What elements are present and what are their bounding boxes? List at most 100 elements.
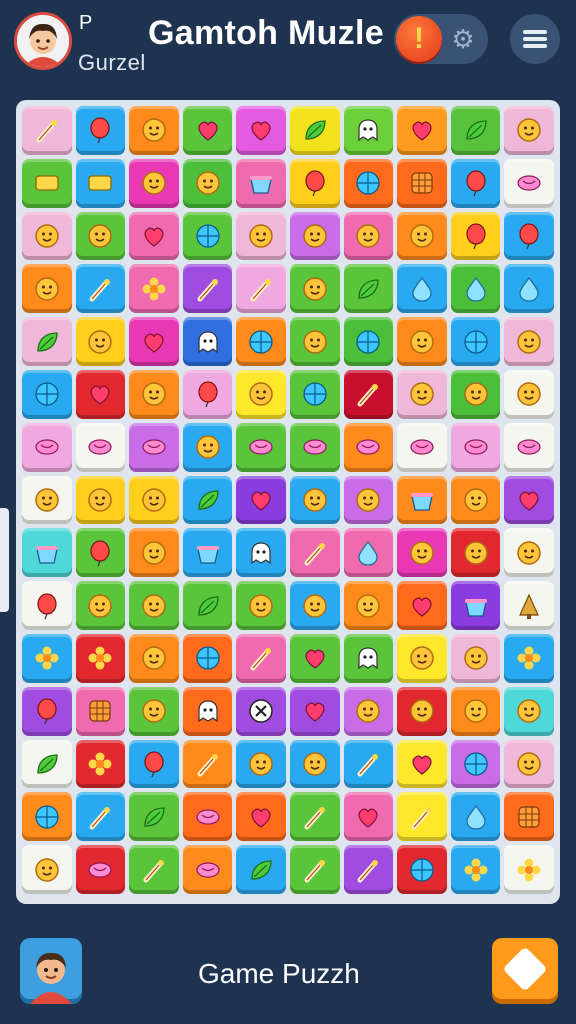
tile-r6-c8[interactable] (397, 369, 447, 419)
tile-r13-c9[interactable] (450, 739, 501, 789)
tile-r8-c10[interactable] (504, 475, 554, 525)
tile-r3-c8[interactable] (397, 211, 447, 261)
side-drawer-handle[interactable] (0, 508, 9, 612)
tile-r15-c7[interactable] (343, 845, 394, 894)
tile-r6-c10[interactable] (504, 369, 554, 419)
tile-r4-c10[interactable] (504, 264, 554, 314)
tile-r9-c5[interactable] (236, 528, 286, 578)
tile-r2-c4[interactable] (182, 158, 233, 208)
tile-r4-c5[interactable] (236, 264, 286, 314)
tile-r8-c9[interactable] (450, 475, 501, 525)
tile-r9-c3[interactable] (129, 528, 179, 578)
tile-r8-c5[interactable] (236, 475, 286, 525)
tile-r5-c2[interactable] (75, 317, 126, 366)
tile-r15-c6[interactable] (289, 845, 340, 894)
tile-r14-c5[interactable] (236, 792, 286, 842)
tile-r10-c1[interactable] (22, 581, 72, 630)
tile-r3-c3[interactable] (129, 211, 179, 261)
tile-r7-c3[interactable] (129, 422, 179, 472)
tile-r5-c4[interactable] (182, 317, 233, 366)
tile-r7-c1[interactable] (22, 422, 72, 472)
tile-r9-c7[interactable] (343, 528, 394, 578)
tile-r11-c7[interactable] (343, 633, 394, 683)
tile-r12-c5[interactable] (236, 686, 286, 736)
tile-r2-c7[interactable] (343, 158, 394, 208)
tile-r4-c1[interactable] (22, 264, 72, 314)
profile-button[interactable] (20, 938, 82, 1004)
tile-r6-c6[interactable] (289, 369, 340, 419)
tile-r15-c10[interactable] (504, 845, 554, 894)
tile-r5-c6[interactable] (289, 317, 340, 366)
tile-r5-c8[interactable] (397, 317, 447, 366)
tile-r8-c4[interactable] (182, 475, 233, 525)
tile-r13-c6[interactable] (289, 739, 340, 789)
tile-r6-c7[interactable] (343, 369, 394, 419)
tile-r3-c4[interactable] (182, 211, 233, 261)
tile-r5-c10[interactable] (504, 317, 554, 366)
tile-r11-c10[interactable] (504, 633, 554, 683)
tile-r11-c5[interactable] (236, 633, 286, 683)
tile-r10-c4[interactable] (182, 581, 233, 630)
tile-r6-c5[interactable] (236, 369, 286, 419)
tile-r12-c2[interactable] (75, 686, 126, 736)
tile-r4-c4[interactable] (182, 264, 233, 314)
tile-r5-c5[interactable] (236, 317, 286, 366)
tile-r10-c7[interactable] (343, 581, 394, 630)
menu-button[interactable] (510, 14, 560, 64)
tile-r14-c3[interactable] (129, 792, 179, 842)
tile-r7-c8[interactable] (397, 422, 447, 472)
tile-r8-c8[interactable] (397, 475, 447, 525)
player-avatar[interactable] (14, 12, 72, 70)
tile-r1-c7[interactable] (343, 106, 394, 155)
tile-r14-c9[interactable] (450, 792, 501, 842)
tile-r4-c7[interactable] (343, 264, 394, 314)
tile-r15-c3[interactable] (129, 845, 179, 894)
tile-r7-c6[interactable] (289, 422, 340, 472)
gear-icon[interactable]: ⚙ (446, 22, 480, 56)
tile-r7-c10[interactable] (504, 422, 554, 472)
tile-r11-c4[interactable] (182, 633, 233, 683)
tile-r4-c8[interactable] (397, 264, 447, 314)
tile-r3-c9[interactable] (450, 211, 501, 261)
tile-r8-c6[interactable] (289, 475, 340, 525)
tile-r2-c6[interactable] (289, 158, 340, 208)
tile-r3-c7[interactable] (343, 211, 394, 261)
tile-r1-c6[interactable] (289, 106, 340, 155)
tile-r4-c2[interactable] (75, 264, 126, 314)
tile-r8-c1[interactable] (22, 475, 72, 525)
tile-r7-c9[interactable] (450, 422, 501, 472)
tile-r12-c10[interactable] (504, 686, 554, 736)
tile-r12-c3[interactable] (129, 686, 179, 736)
tile-r1-c1[interactable] (22, 106, 72, 155)
tile-r15-c9[interactable] (450, 845, 501, 894)
tile-r5-c7[interactable] (343, 317, 394, 366)
tile-r13-c8[interactable] (397, 739, 447, 789)
tile-r1-c10[interactable] (504, 106, 554, 155)
alert-button[interactable]: ! (396, 16, 442, 62)
tile-r13-c10[interactable] (504, 739, 554, 789)
tile-r7-c4[interactable] (182, 422, 233, 472)
tile-r6-c9[interactable] (450, 369, 501, 419)
tile-r6-c4[interactable] (182, 369, 233, 419)
tile-r11-c8[interactable] (397, 633, 447, 683)
tile-r13-c2[interactable] (75, 739, 126, 789)
tile-r14-c2[interactable] (75, 792, 126, 842)
tile-r2-c2[interactable] (75, 158, 126, 208)
tile-r10-c2[interactable] (75, 581, 126, 630)
tile-r5-c1[interactable] (22, 317, 72, 366)
tile-r3-c2[interactable] (75, 211, 126, 261)
tile-r2-c8[interactable] (397, 158, 447, 208)
tile-r4-c9[interactable] (450, 264, 501, 314)
tile-r3-c5[interactable] (236, 211, 286, 261)
tile-r2-c10[interactable] (504, 158, 554, 208)
tile-r11-c3[interactable] (129, 633, 179, 683)
tile-r12-c1[interactable] (22, 686, 72, 736)
tile-r13-c4[interactable] (182, 739, 233, 789)
tile-r9-c2[interactable] (75, 528, 126, 578)
tile-r9-c1[interactable] (22, 528, 72, 578)
tile-r3-c10[interactable] (504, 211, 554, 261)
tile-r14-c8[interactable] (397, 792, 447, 842)
tile-r5-c3[interactable] (129, 317, 179, 366)
tile-r11-c1[interactable] (22, 633, 72, 683)
tile-r3-c1[interactable] (22, 211, 72, 261)
